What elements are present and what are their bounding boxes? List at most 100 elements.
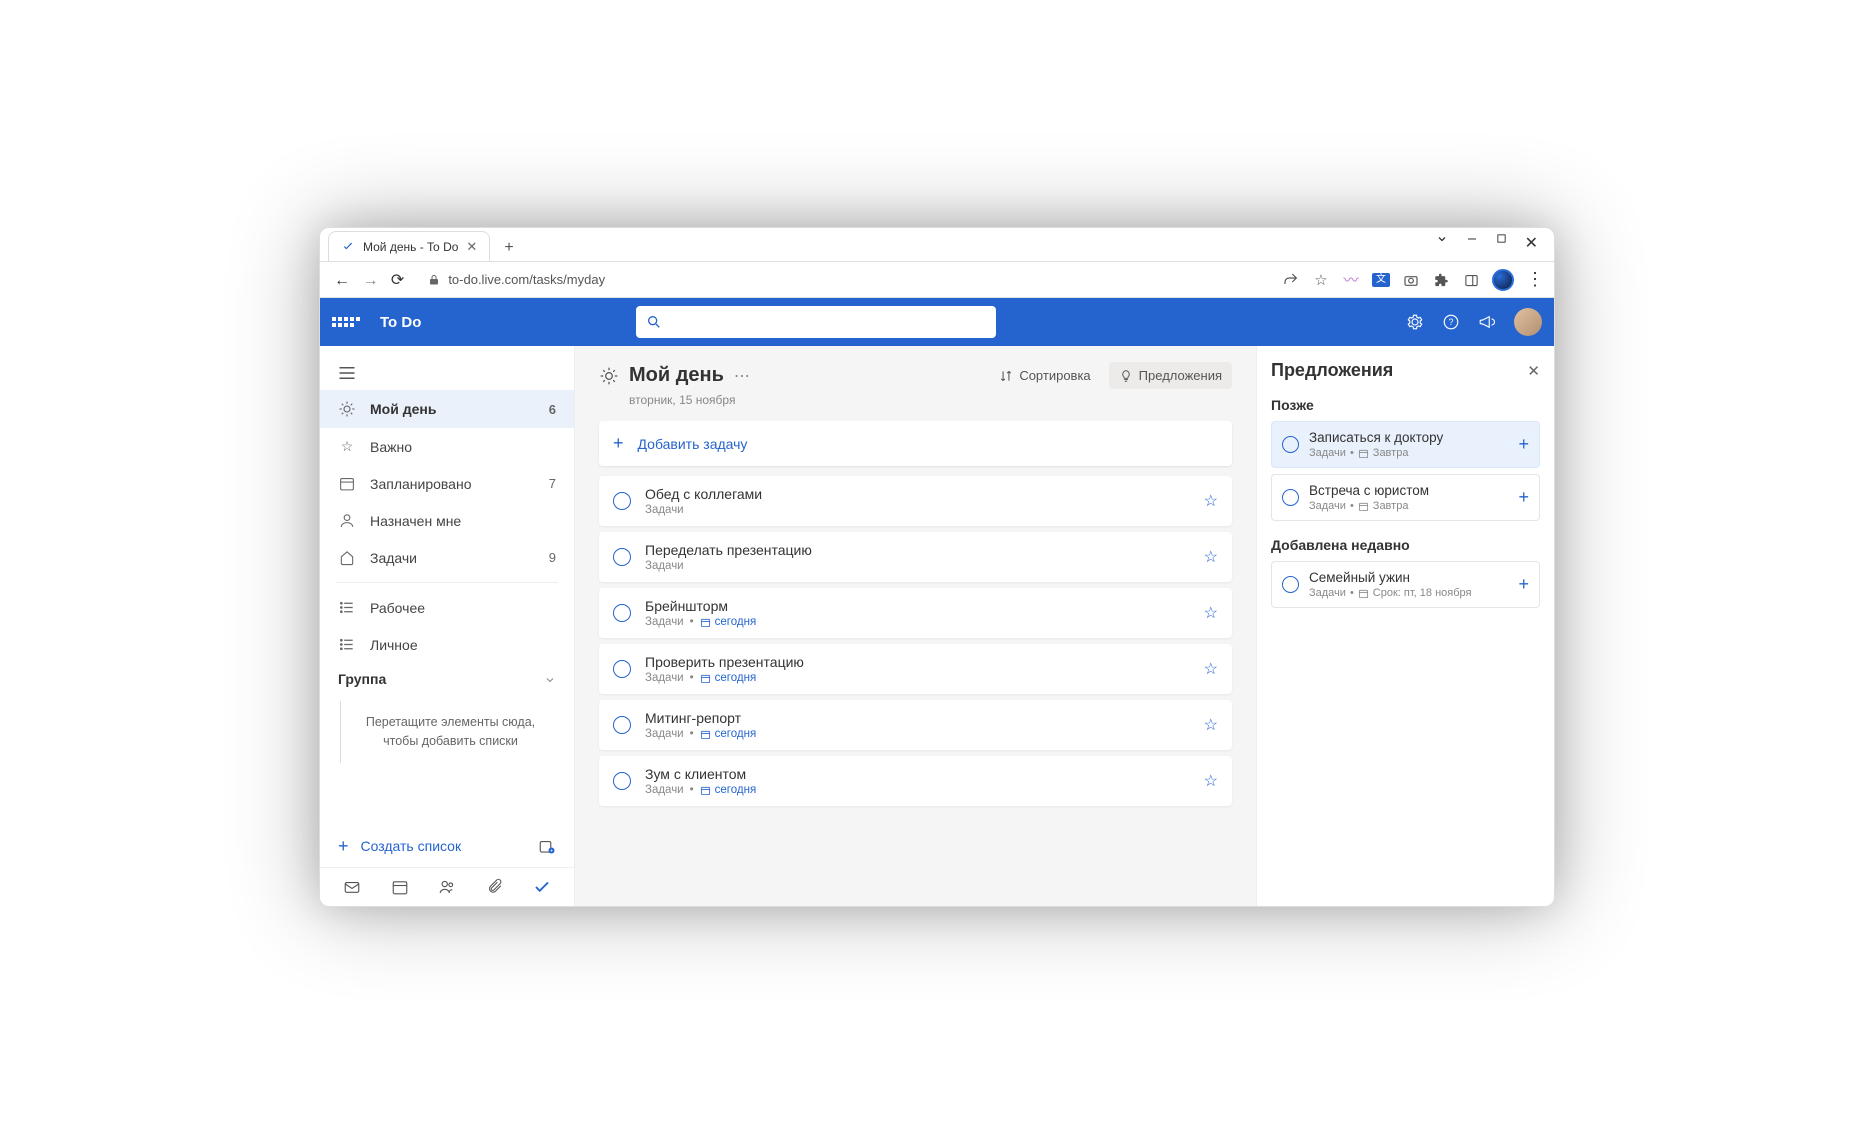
task-item[interactable]: Митинг-репорт Задачи• сегодня ☆ xyxy=(599,700,1232,750)
hamburger-icon[interactable] xyxy=(320,356,574,390)
sidebar-item-label: Важно xyxy=(370,439,412,455)
app-launcher-icon[interactable] xyxy=(332,317,362,327)
task-item[interactable]: Проверить презентацию Задачи• сегодня ☆ xyxy=(599,644,1232,694)
tab-close-icon[interactable]: ✕ xyxy=(466,239,477,255)
add-suggestion-icon[interactable]: + xyxy=(1518,434,1529,455)
task-complete-circle[interactable] xyxy=(1282,489,1299,506)
svg-text:+: + xyxy=(550,849,553,855)
task-subtitle: Задачи xyxy=(645,560,1190,572)
task-complete-circle[interactable] xyxy=(613,548,631,566)
browser-menu-icon[interactable]: ⋮ xyxy=(1526,269,1544,290)
sidebar-item-assigned[interactable]: Назначен мне xyxy=(320,502,574,539)
user-avatar[interactable] xyxy=(1514,308,1542,336)
translate-icon[interactable]: 文 xyxy=(1372,273,1390,287)
sidebar-item-tasks[interactable]: Задачи 9 xyxy=(320,539,574,576)
add-suggestion-icon[interactable]: + xyxy=(1518,574,1529,595)
sidebar-item-work[interactable]: Рабочее xyxy=(320,589,574,626)
task-complete-circle[interactable] xyxy=(613,492,631,510)
suggestion-body: Встреча с юристом Задачи•Завтра xyxy=(1309,483,1508,512)
suggestion-title: Встреча с юристом xyxy=(1309,483,1508,498)
panel-close-icon[interactable]: ✕ xyxy=(1527,362,1540,380)
section-label-later: Позже xyxy=(1271,397,1540,413)
attachment-icon[interactable] xyxy=(486,878,503,896)
help-icon[interactable]: ? xyxy=(1442,313,1460,331)
minimize-icon[interactable] xyxy=(1466,233,1478,245)
task-body: Зум с клиентом Задачи• сегодня xyxy=(645,766,1190,796)
browser-toolbar-icons: ☆ 〰 文 ⋮ xyxy=(1282,269,1544,291)
add-group-icon[interactable]: + xyxy=(538,837,556,855)
star-icon[interactable]: ☆ xyxy=(1204,491,1218,511)
browser-tab[interactable]: Мой день - To Do ✕ xyxy=(328,231,490,261)
task-title: Проверить презентацию xyxy=(645,654,1190,670)
task-body: Переделать презентацию Задачи xyxy=(645,542,1190,572)
task-complete-circle[interactable] xyxy=(613,716,631,734)
star-icon[interactable]: ☆ xyxy=(1204,771,1218,791)
person-icon xyxy=(338,512,356,529)
sort-button[interactable]: Сортировка xyxy=(989,362,1100,389)
add-suggestion-icon[interactable]: + xyxy=(1518,487,1529,508)
task-item[interactable]: Зум с клиентом Задачи• сегодня ☆ xyxy=(599,756,1232,806)
maximize-icon[interactable] xyxy=(1496,233,1507,244)
suggestion-subtitle: Задачи•Завтра xyxy=(1309,447,1508,459)
calendar-icon[interactable] xyxy=(391,878,409,896)
star-icon[interactable]: ☆ xyxy=(1204,715,1218,735)
megaphone-icon[interactable] xyxy=(1478,313,1496,331)
new-tab-button[interactable]: + xyxy=(496,235,521,261)
feather-icon[interactable]: 〰 xyxy=(1342,269,1360,290)
back-button[interactable]: ← xyxy=(330,272,354,289)
task-complete-circle[interactable] xyxy=(613,660,631,678)
sidebar-item-planned[interactable]: Запланировано 7 xyxy=(320,465,574,502)
search-input[interactable] xyxy=(636,306,996,338)
app-body: Мой день 6 ☆ Важно Запланировано 7 Назна… xyxy=(320,346,1554,906)
reload-button[interactable]: ⟳ xyxy=(387,272,408,289)
url-field[interactable]: to-do.live.com/tasks/myday xyxy=(418,268,1272,291)
calendar-icon xyxy=(338,475,356,492)
forward-button[interactable]: → xyxy=(358,272,382,289)
task-complete-circle[interactable] xyxy=(613,772,631,790)
task-body: Митинг-репорт Задачи• сегодня xyxy=(645,710,1190,740)
suggestion-item[interactable]: Встреча с юристом Задачи•Завтра + xyxy=(1271,474,1540,521)
star-icon[interactable]: ☆ xyxy=(1204,603,1218,623)
suggestion-item[interactable]: Записаться к доктору Задачи•Завтра + xyxy=(1271,421,1540,468)
suggestions-button[interactable]: Предложения xyxy=(1109,362,1232,389)
task-title: Обед с коллегами xyxy=(645,486,1190,502)
suggestion-item[interactable]: Семейный ужин Задачи•Срок: пт, 18 ноября… xyxy=(1271,561,1540,608)
people-icon[interactable] xyxy=(438,878,456,896)
star-icon[interactable]: ☆ xyxy=(1204,547,1218,567)
create-list-button[interactable]: + Создать список + xyxy=(320,826,574,867)
browser-addressbar: ← → ⟳ to-do.live.com/tasks/myday ☆ 〰 文 ⋮ xyxy=(320,262,1554,298)
extensions-icon[interactable] xyxy=(1432,271,1450,288)
sidebar-item-important[interactable]: ☆ Важно xyxy=(320,428,574,465)
profile-avatar[interactable] xyxy=(1492,269,1514,291)
more-options-icon[interactable]: ⋯ xyxy=(734,366,750,386)
tab-title: Мой день - To Do xyxy=(363,240,458,254)
sidebar-item-count: 9 xyxy=(549,550,556,565)
panel-header: Предложения ✕ xyxy=(1271,360,1540,381)
group-drop-area[interactable]: Перетащите элементы сюда, чтобы добавить… xyxy=(340,701,560,763)
sidepanel-icon[interactable] xyxy=(1462,271,1480,288)
task-item[interactable]: Обед с коллегами Задачи ☆ xyxy=(599,476,1232,526)
sidebar-item-label: Запланировано xyxy=(370,476,472,492)
task-item[interactable]: Переделать презентацию Задачи ☆ xyxy=(599,532,1232,582)
chevron-down-icon[interactable] xyxy=(1436,233,1448,245)
camera-icon[interactable] xyxy=(1402,271,1420,288)
task-complete-circle[interactable] xyxy=(1282,576,1299,593)
sidebar-item-myday[interactable]: Мой день 6 xyxy=(320,390,574,428)
todo-favicon xyxy=(341,240,355,254)
close-window-icon[interactable]: ✕ xyxy=(1525,233,1538,253)
task-complete-circle[interactable] xyxy=(1282,436,1299,453)
task-body: Проверить презентацию Задачи• сегодня xyxy=(645,654,1190,684)
settings-icon[interactable] xyxy=(1406,313,1424,331)
sidebar-item-label: Назначен мне xyxy=(370,513,461,529)
sidebar-item-personal[interactable]: Личное xyxy=(320,626,574,663)
mail-icon[interactable] xyxy=(343,878,361,896)
share-icon[interactable] xyxy=(1282,271,1300,288)
task-item[interactable]: Брейншторм Задачи• сегодня ☆ xyxy=(599,588,1232,638)
star-icon[interactable]: ☆ xyxy=(1204,659,1218,679)
browser-titlebar: Мой день - To Do ✕ + ✕ xyxy=(320,228,1554,262)
task-complete-circle[interactable] xyxy=(613,604,631,622)
sidebar-group-header[interactable]: Группа xyxy=(320,663,574,695)
add-task-input[interactable]: + Добавить задачу xyxy=(599,421,1232,466)
todo-icon[interactable] xyxy=(533,878,551,896)
bookmark-star-icon[interactable]: ☆ xyxy=(1312,271,1330,289)
